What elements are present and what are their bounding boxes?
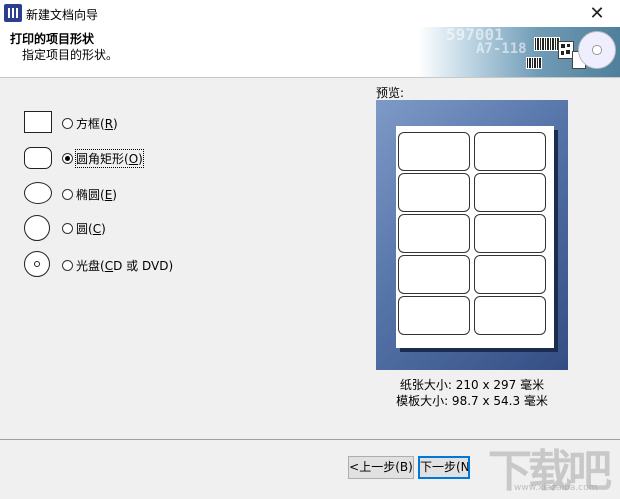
radio-rectangle[interactable]: 方框(R) (62, 111, 118, 135)
cd-shape-icon (24, 251, 50, 277)
paper-sheet (396, 126, 554, 348)
radio-button[interactable] (62, 259, 73, 271)
preview-label-cell (474, 132, 546, 171)
window-title: 新建文档向导 (26, 8, 99, 22)
rectangle-shape-icon (24, 111, 52, 133)
preview-label-cell (398, 255, 470, 294)
preview-panel (376, 100, 568, 370)
back-button[interactable]: <上一步(B) (348, 456, 414, 479)
cd-disc-icon (578, 31, 616, 69)
preview-label-cell (474, 173, 546, 212)
preview-label: 预览: (376, 86, 405, 100)
preview-label-cell (398, 214, 470, 253)
radio-circle[interactable]: 圆(C) (62, 216, 106, 240)
template-size-text: 模板大小: 98.7 x 54.3 毫米 (396, 394, 548, 408)
step-title: 打印的项目形状 (10, 32, 95, 46)
radio-ellipse[interactable]: 椭圆(E) (62, 182, 117, 206)
circle-shape-icon (24, 215, 50, 241)
radio-cd-dvd[interactable]: 光盘(CD 或 DVD) (62, 253, 173, 277)
app-icon (4, 4, 22, 22)
radio-button[interactable] (62, 188, 73, 200)
radio-button-checked[interactable] (62, 152, 73, 164)
option-label: 椭圆(E) (76, 187, 117, 202)
option-label: 方框(R) (76, 116, 118, 131)
radio-rounded-rectangle[interactable]: 圆角矩形(O) (62, 146, 144, 170)
preview-label-cell (474, 214, 546, 253)
preview-label-cell (474, 296, 546, 335)
option-label: 圆角矩形(O) (75, 148, 144, 168)
next-button[interactable]: 下一步(N (418, 456, 470, 479)
barcode-icon (526, 57, 542, 69)
preview-label-cell (474, 255, 546, 294)
ellipse-shape-icon (24, 182, 52, 204)
radio-button[interactable] (62, 222, 73, 234)
title-bar: 新建文档向导 ✕ (0, 0, 620, 27)
rounded-rectangle-shape-icon (24, 147, 52, 169)
barcode-icon (534, 37, 560, 51)
option-label: 光盘(CD 或 DVD) (76, 258, 174, 273)
preview-label-cell (398, 132, 470, 171)
watermark-url: www.xiazaiba.com (514, 483, 598, 493)
step-subtitle: 指定项目的形状。 (22, 48, 119, 62)
paper-size-text: 纸张大小: 210 x 297 毫米 (399, 378, 545, 392)
radio-button[interactable] (62, 117, 73, 129)
close-button[interactable]: ✕ (574, 0, 620, 27)
option-label: 圆(C) (76, 221, 106, 236)
preview-label-cell (398, 296, 470, 335)
wizard-header: 打印的项目形状 指定项目的形状。 597001 A7-118 (0, 27, 620, 78)
preview-label-cell (398, 173, 470, 212)
banner-text: A7-118 (476, 41, 527, 57)
header-banner-image: 597001 A7-118 (418, 27, 620, 77)
